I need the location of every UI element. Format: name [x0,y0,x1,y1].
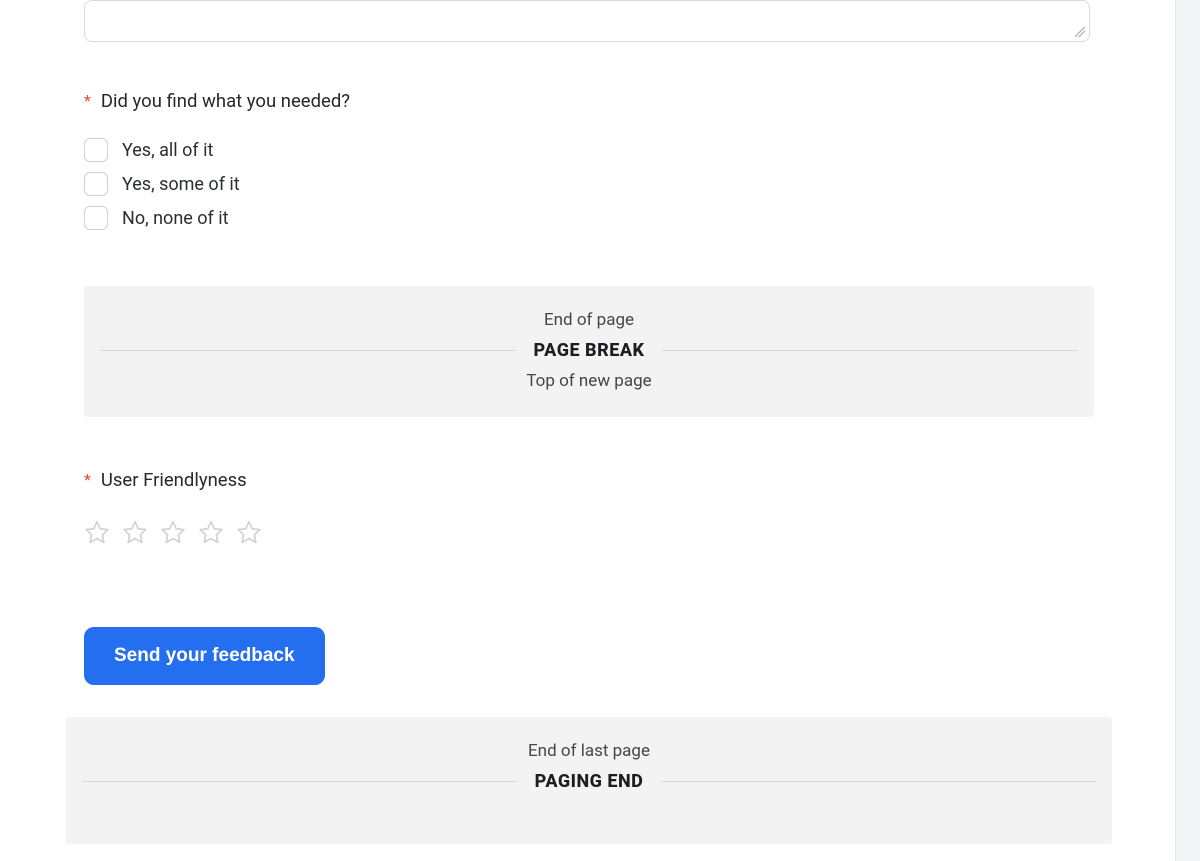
send-feedback-button[interactable]: Send your feedback [84,627,325,685]
star-icon[interactable] [122,519,148,545]
star-icon[interactable] [84,519,110,545]
question-label: * User Friendlyness [84,469,1175,491]
page-break-divider-row: PAGE BREAK [100,340,1078,361]
divider-line [100,350,516,351]
page-break-card: End of page PAGE BREAK Top of new page [84,286,1094,417]
paging-end-label: End of last page [82,741,1096,761]
required-asterisk: * [84,470,91,489]
side-panel-gutter [1175,0,1200,861]
checkbox-input[interactable] [84,138,108,162]
checkbox-options: Yes, all of it Yes, some of it No, none … [84,138,1175,230]
question-label-text: Did you find what you needed? [101,90,350,112]
paging-end-divider-row: PAGING END [82,771,1096,792]
question-find-needed: * Did you find what you needed? Yes, all … [84,90,1175,230]
star-icon[interactable] [198,519,224,545]
star-rating-row [84,519,1175,545]
checkbox-option-row: No, none of it [84,206,1175,230]
required-asterisk: * [84,91,91,110]
star-icon[interactable] [160,519,186,545]
checkbox-option-label: Yes, all of it [122,140,213,161]
star-icon[interactable] [236,519,262,545]
checkbox-option-row: Yes, all of it [84,138,1175,162]
question-label: * Did you find what you needed? [84,90,1175,112]
question-user-friendliness: * User Friendlyness [84,469,1175,545]
checkbox-input[interactable] [84,206,108,230]
text-response-textarea[interactable] [84,0,1090,42]
checkbox-input[interactable] [84,172,108,196]
question-label-text: User Friendlyness [101,469,247,491]
paging-end-title: PAGING END [535,771,644,792]
page-break-top-label: Top of new page [100,371,1078,391]
divider-line [662,350,1078,351]
checkbox-option-row: Yes, some of it [84,172,1175,196]
checkbox-option-label: No, none of it [122,208,229,229]
page-break-end-label: End of page [100,310,1078,330]
paging-end-card: End of last page PAGING END [66,717,1112,844]
page-break-title: PAGE BREAK [534,340,645,361]
checkbox-option-label: Yes, some of it [122,174,240,195]
divider-line [661,781,1096,782]
divider-line [82,781,517,782]
